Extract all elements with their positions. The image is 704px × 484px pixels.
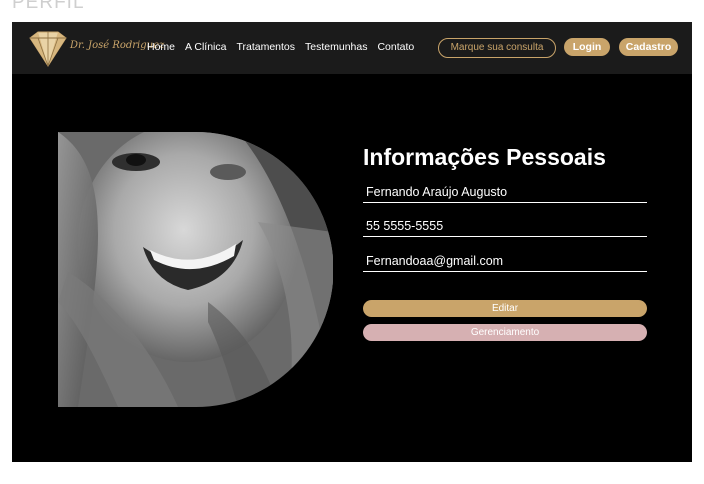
phone-field[interactable] <box>363 215 647 237</box>
login-button[interactable]: Login <box>564 38 610 56</box>
diamond-tooth-logo-icon[interactable] <box>26 30 70 68</box>
nav-link-contato[interactable]: Contato <box>377 41 414 53</box>
navbar: Dr. José Rodriguez Home A Clínica Tratam… <box>12 22 692 74</box>
nav-link-home[interactable]: Home <box>147 41 175 53</box>
manage-button[interactable]: Gerenciamento <box>363 324 647 341</box>
email-field[interactable] <box>363 250 647 272</box>
name-field[interactable] <box>363 181 647 203</box>
personal-info-title: Informações Pessoais <box>363 144 606 170</box>
edit-button[interactable]: Editar <box>363 300 647 317</box>
profile-photo <box>58 132 333 407</box>
page-label: PERFIL <box>12 0 85 13</box>
app-frame: Dr. José Rodriguez Home A Clínica Tratam… <box>12 22 692 462</box>
book-consultation-button[interactable]: Marque sua consulta <box>438 38 556 58</box>
nav-link-testemunhas[interactable]: Testemunhas <box>305 41 367 53</box>
nav-link-clinica[interactable]: A Clínica <box>185 41 226 53</box>
nav-links: Home A Clínica Tratamentos Testemunhas C… <box>147 41 414 53</box>
nav-link-tratamentos[interactable]: Tratamentos <box>236 41 295 53</box>
personal-info-panel: Informações Pessoais Editar Gerenciament… <box>363 144 647 341</box>
register-button[interactable]: Cadastro <box>619 38 678 56</box>
